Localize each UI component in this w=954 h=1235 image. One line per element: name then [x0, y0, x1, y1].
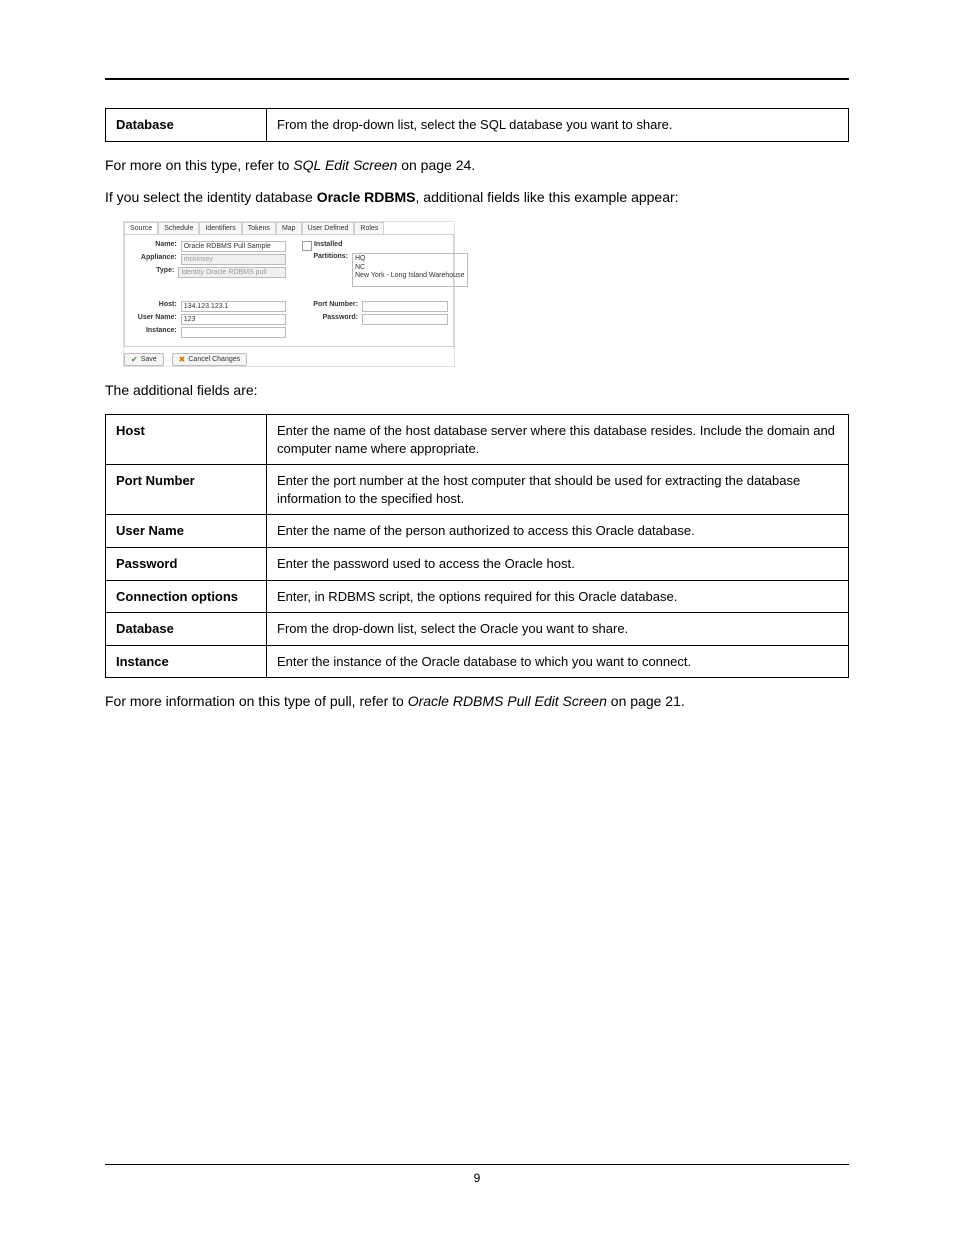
password-input[interactable] [362, 314, 448, 325]
field-name: Instance [106, 645, 267, 678]
table-row: HostEnter the name of the host database … [106, 415, 849, 465]
field-desc: Enter the password used to access the Or… [267, 547, 849, 580]
field-name: Database [106, 109, 267, 142]
field-desc: Enter the port number at the host comput… [267, 465, 849, 515]
tab-identifiers[interactable]: Identifiers [199, 222, 241, 234]
label-user: User Name: [131, 314, 181, 325]
field-desc: Enter the instance of the Oracle databas… [267, 645, 849, 678]
table-row: Port NumberEnter the port number at the … [106, 465, 849, 515]
label-password: Password: [302, 314, 362, 325]
field-name: Password [106, 547, 267, 580]
list-item[interactable]: HQ [355, 255, 465, 263]
label-installed: Installed [314, 241, 342, 251]
label-partitions: Partitions: [302, 253, 352, 287]
table-row: PasswordEnter the password used to acces… [106, 547, 849, 580]
username-input[interactable]: 123 [181, 314, 286, 325]
tab-strip: Source Schedule Identifiers Tokens Map U… [124, 222, 454, 234]
tab-tokens[interactable]: Tokens [242, 222, 276, 234]
table-row: Connection optionsEnter, in RDBMS script… [106, 580, 849, 613]
oracle-source-screenshot: Source Schedule Identifiers Tokens Map U… [123, 221, 455, 367]
label-port: Port Number: [302, 301, 362, 312]
label-appliance: Appliance: [131, 254, 181, 265]
field-desc: From the drop-down list, select the SQL … [267, 109, 849, 142]
list-item[interactable]: NC [355, 264, 465, 272]
page-number: 9 [474, 1171, 481, 1185]
paragraph-sql-ref: For more on this type, refer to SQL Edit… [105, 156, 849, 175]
appliance-input: mckinsey [181, 254, 286, 265]
label-name: Name: [131, 241, 181, 252]
type-select[interactable]: Identity Oracle RDBMS pull [178, 267, 286, 278]
instance-input[interactable] [181, 327, 286, 338]
paragraph-oracle-ref: For more information on this type of pul… [105, 692, 849, 711]
field-desc: Enter, in RDBMS script, the options requ… [267, 580, 849, 613]
host-input[interactable]: 134.123.123.1 [181, 301, 286, 312]
field-desc: Enter the name of the person authorized … [267, 515, 849, 548]
tab-roles[interactable]: Roles [354, 222, 384, 234]
field-name: Connection options [106, 580, 267, 613]
tab-schedule[interactable]: Schedule [158, 222, 199, 234]
field-name: User Name [106, 515, 267, 548]
partitions-list[interactable]: HQ NC New York - Long Island Warehouse [352, 253, 468, 287]
list-item[interactable]: New York - Long Island Warehouse [355, 272, 465, 280]
table-row: DatabaseFrom the drop-down list, select … [106, 613, 849, 646]
cancel-button[interactable]: ✖Cancel Changes [172, 353, 247, 366]
tab-user-defined[interactable]: User Defined [302, 222, 355, 234]
page-footer: 9 [105, 1164, 849, 1185]
label-type: Type: [131, 267, 178, 278]
additional-fields-table: HostEnter the name of the host database … [105, 414, 849, 678]
paragraph-additional-fields: The additional fields are: [105, 381, 849, 400]
check-icon: ✔ [131, 355, 138, 364]
table-row: Database From the drop-down list, select… [106, 109, 849, 142]
table-row: User NameEnter the name of the person au… [106, 515, 849, 548]
table-row: InstanceEnter the instance of the Oracle… [106, 645, 849, 678]
tab-source[interactable]: Source [124, 222, 158, 234]
cancel-icon: ✖ [179, 355, 186, 364]
field-name: Host [106, 415, 267, 465]
port-input[interactable] [362, 301, 448, 312]
field-name: Port Number [106, 465, 267, 515]
installed-checkbox[interactable] [302, 241, 312, 251]
tab-map[interactable]: Map [276, 222, 302, 234]
label-instance: Instance: [131, 327, 181, 338]
field-name: Database [106, 613, 267, 646]
top-definition-table: Database From the drop-down list, select… [105, 108, 849, 142]
header-rule [105, 78, 849, 80]
paragraph-oracle-intro: If you select the identity database Orac… [105, 188, 849, 207]
save-button[interactable]: ✔Save [124, 353, 164, 366]
field-desc: From the drop-down list, select the Orac… [267, 613, 849, 646]
field-desc: Enter the name of the host database serv… [267, 415, 849, 465]
label-host: Host: [131, 301, 181, 312]
name-input[interactable]: Oracle RDBMS Pull Sample [181, 241, 286, 252]
